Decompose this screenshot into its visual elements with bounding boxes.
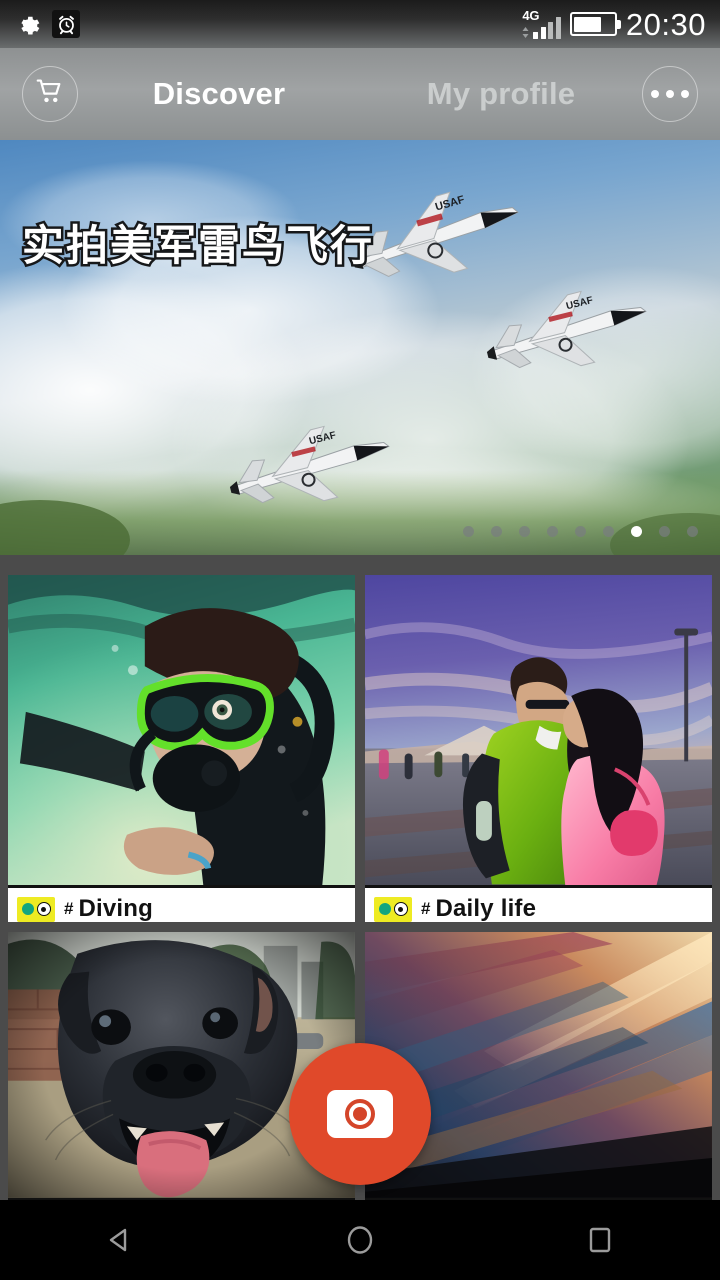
- card-label-diving: # Diving: [8, 888, 355, 922]
- grid-card-diving[interactable]: # Diving: [8, 575, 355, 922]
- battery-icon: [569, 12, 621, 36]
- grid-card-abstract[interactable]: [365, 932, 712, 1200]
- pagination-dot-active[interactable]: [631, 526, 642, 537]
- pagination-dot[interactable]: [659, 526, 670, 537]
- overflow-menu-icon: [651, 90, 689, 98]
- home-circle-icon: [347, 1226, 373, 1254]
- app-bar: Discover My profile: [0, 48, 720, 140]
- back-triangle-icon: [109, 1228, 127, 1252]
- grid-card-daily-life[interactable]: # Daily life: [365, 575, 712, 922]
- pagination-dot[interactable]: [463, 526, 474, 537]
- status-bar-clock: 20:30: [625, 6, 706, 42]
- home-nav-button[interactable]: [300, 1200, 420, 1280]
- shopping-cart-button[interactable]: [22, 66, 78, 122]
- tab-discover[interactable]: Discover: [78, 76, 360, 112]
- recents-square-icon: [589, 1227, 611, 1253]
- grid-card-dog[interactable]: [8, 932, 355, 1200]
- app-bar-tabs: Discover My profile: [78, 48, 642, 140]
- overflow-menu-button[interactable]: [642, 66, 698, 122]
- hash-symbol: #: [421, 899, 431, 918]
- jet-aircraft-3: USAF: [472, 280, 662, 380]
- jet-aircraft-2: USAF: [215, 415, 405, 515]
- back-nav-button[interactable]: [60, 1200, 180, 1280]
- jet-aircraft-4: USAF: [305, 550, 495, 555]
- signal-bars-icon: 4G: [520, 9, 561, 39]
- status-bar: 4G 20:30: [0, 0, 720, 48]
- hash-symbol: #: [64, 899, 74, 918]
- settings-gear-icon: [14, 11, 40, 37]
- pagination-dot[interactable]: [687, 526, 698, 537]
- abstract-photo: [365, 932, 712, 1198]
- thumbnail-daily-life: [365, 575, 712, 888]
- diving-photo: [8, 575, 355, 886]
- pagination-dot[interactable]: [491, 526, 502, 537]
- app-root: 4G 20:30 Discover My profile USAF USAF U…: [0, 0, 720, 1280]
- network-type-label: 4G: [522, 8, 540, 23]
- featured-banner[interactable]: USAF USAF USAF 实拍美军雷鸟飞行: [0, 140, 720, 555]
- thumbnail-dog: [8, 932, 355, 1200]
- pagination-dot[interactable]: [603, 526, 614, 537]
- android-navigation-bar: [0, 1200, 720, 1280]
- pagination-dot[interactable]: [547, 526, 558, 537]
- thumbnail-abstract: [365, 932, 712, 1200]
- card-tag-label: Daily life: [435, 895, 537, 922]
- pagination-dot[interactable]: [575, 526, 586, 537]
- banner-pagination-dots[interactable]: [463, 526, 698, 537]
- tab-my-profile[interactable]: My profile: [360, 76, 642, 112]
- status-bar-right-icons: 4G 20:30: [520, 9, 706, 40]
- alarm-clock-icon: [52, 10, 80, 38]
- camera-tag-badge-icon: [17, 896, 55, 922]
- card-label-daily-life: # Daily life: [365, 888, 712, 922]
- camera-tag-badge-icon: [374, 896, 412, 922]
- daily-life-photo: [365, 575, 712, 886]
- data-transfer-icon: [520, 26, 531, 39]
- recents-nav-button[interactable]: [540, 1200, 660, 1280]
- shopping-cart-icon: [35, 78, 65, 111]
- card-tag-label: Diving: [78, 895, 154, 922]
- banner-title: 实拍美军雷鸟飞行: [19, 220, 375, 272]
- status-bar-left-icons: [14, 10, 80, 38]
- camera-icon: [327, 1090, 393, 1138]
- pagination-dot[interactable]: [519, 526, 530, 537]
- camera-fab-button[interactable]: [289, 1043, 431, 1185]
- thumbnail-diving: [8, 575, 355, 888]
- dog-photo: [8, 932, 355, 1198]
